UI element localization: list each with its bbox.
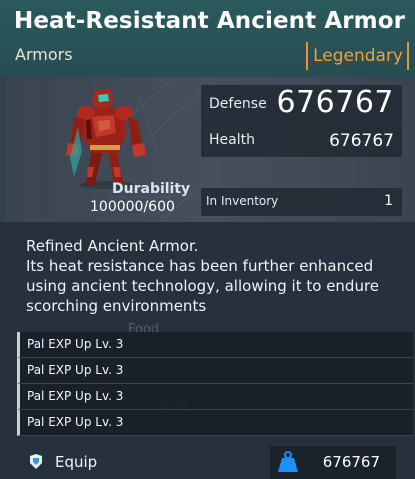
defense-label: Defense: [209, 96, 267, 112]
description-line: using ancient technology, allowing it to…: [26, 277, 380, 295]
armor-image: [66, 89, 146, 189]
durability-label: Durability: [112, 181, 191, 197]
passive-skill-list: Pal EXP Up Lv. 3 Pal EXP Up Lv. 3 Pal EX…: [17, 332, 413, 436]
health-label: Health: [209, 132, 255, 148]
item-title: Heat-Resistant Ancient Armor: [14, 8, 406, 34]
passive-skill-label: Pal EXP Up Lv. 3: [27, 389, 124, 403]
passive-skill-label: Pal EXP Up Lv. 3: [27, 337, 124, 351]
inventory-label: In Inventory: [206, 194, 279, 208]
health-stat: Health 676767: [201, 125, 402, 157]
item-description: Refined Ancient Armor. Its heat resistan…: [26, 236, 406, 316]
defense-stat: Defense 676767: [201, 85, 402, 125]
weight-icon: [278, 451, 298, 472]
passive-skill[interactable]: Pal EXP Up Lv. 3: [17, 384, 413, 410]
item-category: Armors: [15, 45, 73, 64]
description-area: Food 353 Refined Ancient Armor. Its heat…: [0, 222, 415, 479]
health-value: 676767: [329, 131, 394, 151]
weight-value: 676767: [322, 453, 380, 471]
item-overview: Durability 100000/600 Defense 676767 Hea…: [0, 77, 415, 222]
weight-display: 676767: [270, 446, 396, 479]
item-header: Heat-Resistant Ancient Armor Armors Lege…: [0, 0, 415, 77]
passive-skill[interactable]: Pal EXP Up Lv. 3: [17, 410, 413, 436]
description-line: scorching environments: [26, 297, 207, 315]
durability-value: 100000/600: [90, 199, 175, 215]
passive-skill[interactable]: Pal EXP Up Lv. 3: [17, 332, 413, 358]
passive-skill[interactable]: Pal EXP Up Lv. 3: [17, 358, 413, 384]
passive-skill-label: Pal EXP Up Lv. 3: [27, 415, 124, 429]
description-line: Its heat resistance has been further enh…: [26, 257, 374, 275]
item-detail-panel: Heat-Resistant Ancient Armor Armors Lege…: [0, 0, 415, 479]
equip-button[interactable]: Equip: [55, 453, 97, 471]
inventory-value: 1: [384, 193, 393, 209]
armor-equip-icon[interactable]: [27, 453, 45, 471]
inventory-count: In Inventory 1: [201, 188, 402, 216]
passive-skill-label: Pal EXP Up Lv. 3: [27, 363, 124, 377]
defense-value: 676767: [276, 85, 394, 120]
description-line: Refined Ancient Armor.: [26, 237, 199, 255]
rarity-badge: Legendary: [306, 42, 409, 70]
